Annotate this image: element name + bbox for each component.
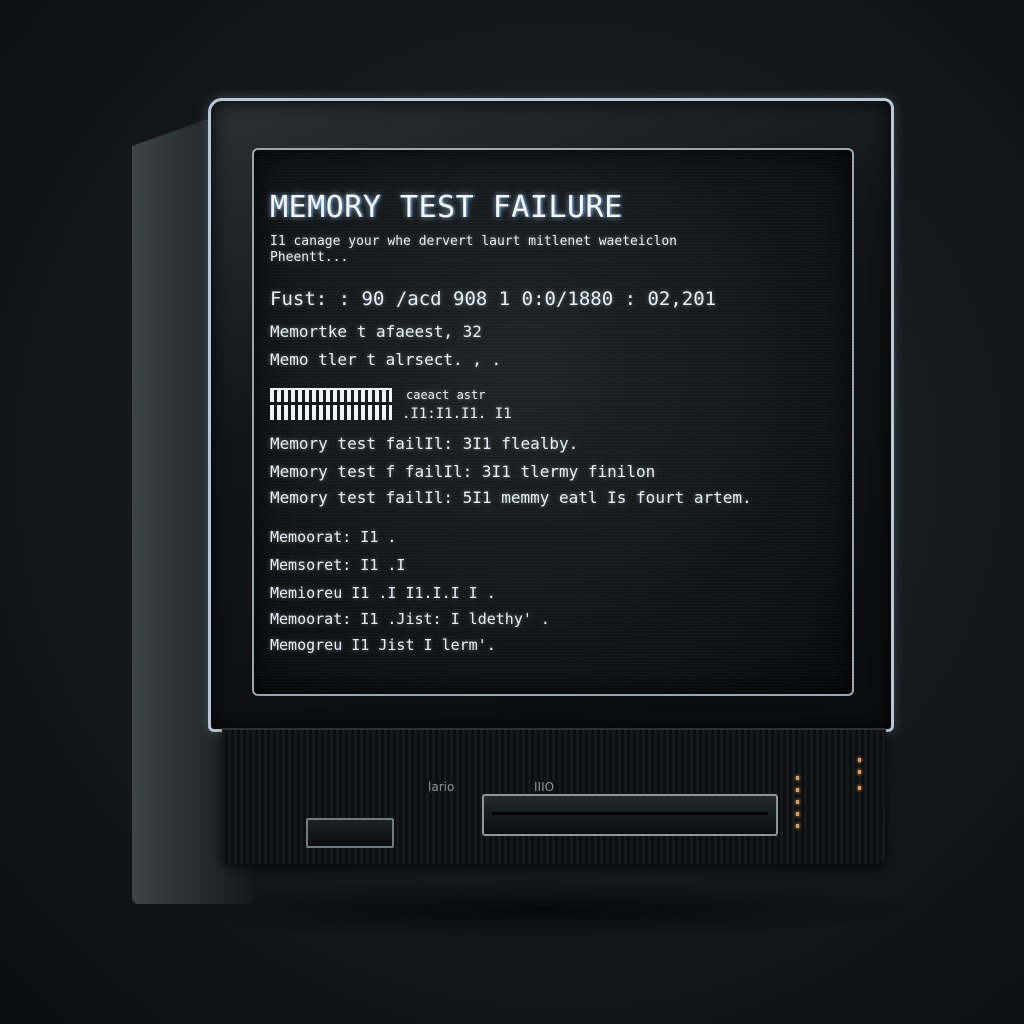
failure-line: Memory test failIl: 3I1 flealby. bbox=[270, 434, 579, 453]
memory-status-line-1: Memortke t afaeest, 32 bbox=[270, 322, 482, 341]
power-button[interactable] bbox=[306, 818, 394, 848]
failure-line: Memory test f failIl: 3I1 tlermy finilon bbox=[270, 462, 656, 481]
memory-status-line-2: Memo tler t alrsect. , . bbox=[270, 350, 502, 369]
error-subtitle-line-2: Pheentt... bbox=[270, 250, 349, 265]
record-line: Memogreu I1 Jist I lerm'. bbox=[270, 636, 496, 654]
indicator-led bbox=[796, 776, 799, 780]
base-label-left: lario bbox=[426, 780, 457, 794]
indicator-led bbox=[796, 812, 799, 816]
error-title: MEMORY TEST FAILURE bbox=[270, 190, 623, 225]
failure-line: Memory test failIl: 5I1 memmy eatl Is fo… bbox=[270, 488, 752, 507]
floor-shadow bbox=[150, 880, 930, 940]
indicator-led bbox=[858, 770, 861, 774]
stats-line: Fust: : 90 /acd 908 1 0:0/1880 : 02,201 bbox=[270, 288, 717, 310]
record-line: Memoorat: I1 . bbox=[270, 528, 397, 546]
progress-label-2: .I1:I1.I1. I1 bbox=[402, 406, 512, 422]
progress-label-1: caeact astr bbox=[406, 388, 486, 402]
monitor-base: lario IIIO bbox=[222, 728, 886, 864]
indicator-led bbox=[796, 788, 799, 792]
base-label-right: IIIO bbox=[532, 780, 557, 794]
record-line: Memsoret: I1 .I bbox=[270, 556, 406, 574]
error-subtitle-line-1: I1 canage your whe dervert laurt mitlene… bbox=[270, 234, 677, 249]
indicator-led bbox=[858, 758, 861, 762]
indicator-led bbox=[858, 786, 861, 790]
indicator-led bbox=[796, 824, 799, 828]
progress-bar bbox=[270, 388, 392, 420]
indicator-led bbox=[796, 800, 799, 804]
record-line: Memioreu I1 .I I1.I.I I . bbox=[270, 584, 496, 602]
disk-slot[interactable] bbox=[482, 794, 778, 836]
crt-screen: MEMORY TEST FAILURE I1 canage your whe d… bbox=[252, 148, 854, 696]
record-line: Memoorat: I1 .Jist: I ldethy' . bbox=[270, 610, 550, 628]
